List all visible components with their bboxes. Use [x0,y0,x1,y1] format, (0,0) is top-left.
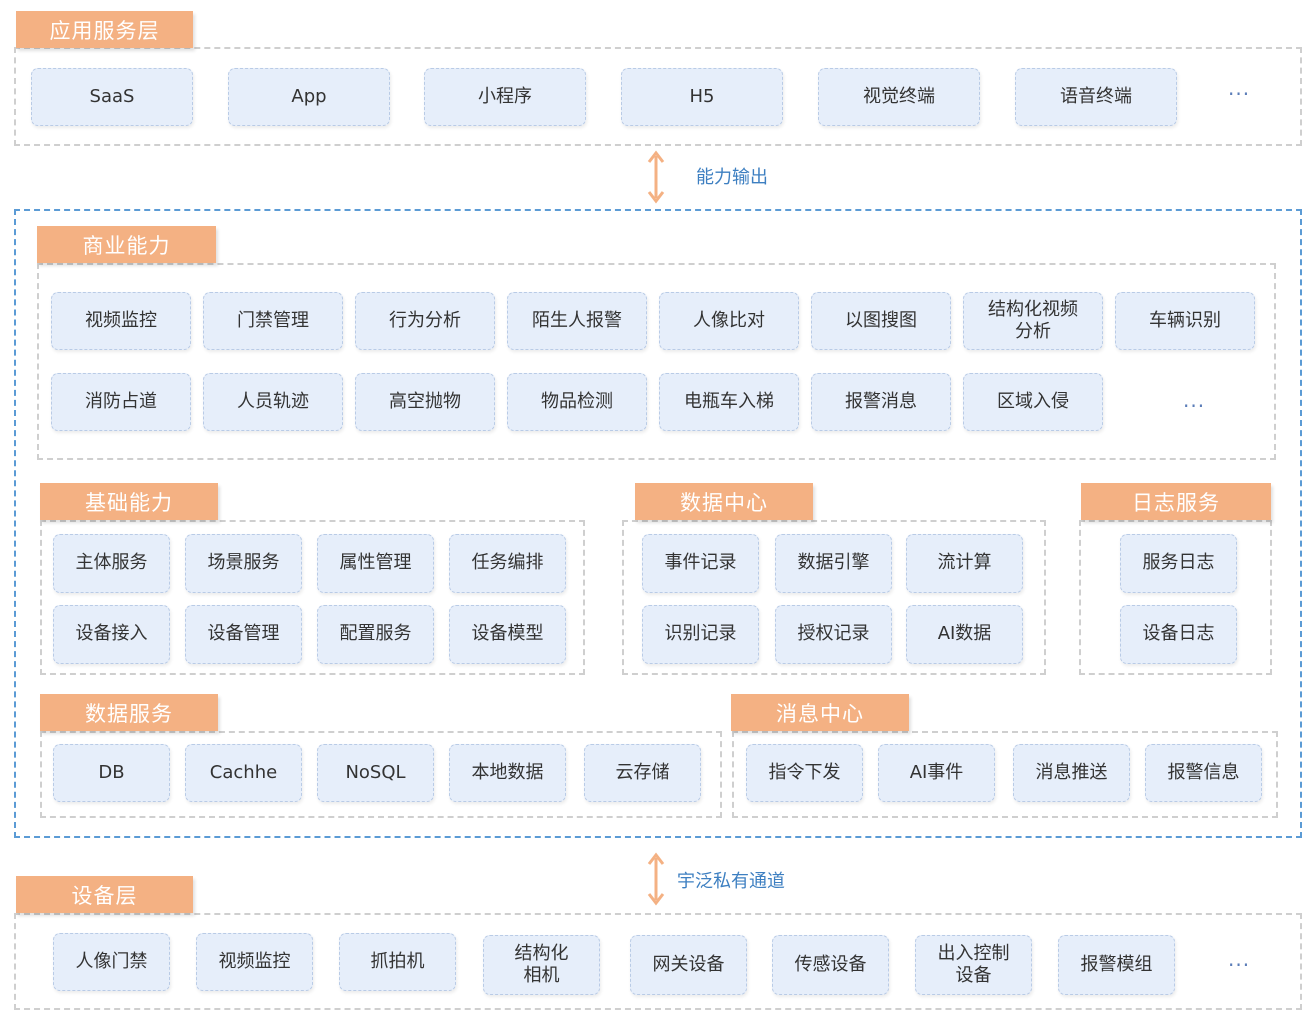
business-item-video-monitoring[interactable]: 视频监控 [51,292,191,350]
message-item-ai-event[interactable]: AI事件 [878,744,995,802]
business-item-fire-lane[interactable]: 消防占道 [51,373,191,431]
business-item-person-track[interactable]: 人员轨迹 [203,373,343,431]
device-item-snapshot-camera[interactable]: 抓拍机 [339,933,456,991]
log-service-label: 日志服务 [1081,483,1271,520]
data-center-label: 数据中心 [635,483,813,520]
device-item-face-access[interactable]: 人像门禁 [53,933,170,991]
business-item-stranger-alarm[interactable]: 陌生人报警 [507,292,647,350]
data-center-item-event-record[interactable]: 事件记录 [642,534,759,593]
capability-output-arrow [647,150,665,204]
log-item-service-log[interactable]: 服务日志 [1120,534,1237,593]
business-item-access-control[interactable]: 门禁管理 [203,292,343,350]
basic-item-device-access[interactable]: 设备接入 [53,605,170,664]
device-item-alarm-module[interactable]: 报警模组 [1058,935,1175,995]
device-item-entry-control[interactable]: 出入控制 设备 [915,935,1032,995]
business-item-structured-video[interactable]: 结构化视频 分析 [963,292,1103,350]
device-item-structured-camera[interactable]: 结构化 相机 [483,935,600,995]
private-channel-arrow [647,852,665,906]
data-center-item-ai-data[interactable]: AI数据 [906,605,1023,664]
data-service-item-db[interactable]: DB [53,744,170,802]
basic-item-subject-service[interactable]: 主体服务 [53,534,170,593]
business-item-area-intrusion[interactable]: 区域入侵 [963,373,1103,431]
business-item-falling-object[interactable]: 高空抛物 [355,373,495,431]
basic-item-config-service[interactable]: 配置服务 [317,605,434,664]
message-item-alarm-info[interactable]: 报警信息 [1145,744,1262,802]
app-item-visual-terminal[interactable]: 视觉终端 [818,68,980,126]
data-service-item-local-data[interactable]: 本地数据 [449,744,566,802]
data-center-item-stream-compute[interactable]: 流计算 [906,534,1023,593]
capability-output-label: 能力输出 [696,167,768,188]
data-service-label: 数据服务 [40,694,218,731]
basic-item-attribute-management[interactable]: 属性管理 [317,534,434,593]
app-item-saas[interactable]: SaaS [31,68,193,126]
data-service-item-cloud-storage[interactable]: 云存储 [584,744,701,802]
device-item-sensor[interactable]: 传感设备 [772,935,889,995]
private-channel-label: 宇泛私有通道 [677,871,785,892]
business-label: 商业能力 [37,226,216,263]
message-center-label: 消息中心 [731,694,909,731]
business-item-vehicle-recognition[interactable]: 车辆识别 [1115,292,1255,350]
data-service-item-cache[interactable]: Cachhe [185,744,302,802]
business-item-ebike-elevator[interactable]: 电瓶车入梯 [659,373,799,431]
app-item-app[interactable]: App [228,68,390,126]
device-more-ellipsis: ··· [1228,953,1251,977]
basic-item-task-orchestration[interactable]: 任务编排 [449,534,566,593]
business-item-alarm-message[interactable]: 报警消息 [811,373,951,431]
business-item-object-detection[interactable]: 物品检测 [507,373,647,431]
app-item-voice-terminal[interactable]: 语音终端 [1015,68,1177,126]
data-service-item-nosql[interactable]: NoSQL [317,744,434,802]
device-layer-label: 设备层 [16,876,193,913]
device-item-video-monitoring[interactable]: 视频监控 [196,933,313,991]
message-item-message-push[interactable]: 消息推送 [1013,744,1130,802]
app-item-h5[interactable]: H5 [621,68,783,126]
business-more-ellipsis: ··· [1183,394,1206,418]
log-item-device-log[interactable]: 设备日志 [1120,605,1237,664]
basic-item-scene-service[interactable]: 场景服务 [185,534,302,593]
business-item-behavior-analysis[interactable]: 行为分析 [355,292,495,350]
app-layer-label: 应用服务层 [16,11,193,48]
business-item-face-compare[interactable]: 人像比对 [659,292,799,350]
data-center-item-authorization-record[interactable]: 授权记录 [775,605,892,664]
basic-label: 基础能力 [40,483,218,520]
data-center-item-recognition-record[interactable]: 识别记录 [642,605,759,664]
app-more-ellipsis: ··· [1228,82,1251,106]
device-item-gateway[interactable]: 网关设备 [630,935,747,995]
data-center-item-data-engine[interactable]: 数据引擎 [775,534,892,593]
app-item-miniprogram[interactable]: 小程序 [424,68,586,126]
business-item-image-search[interactable]: 以图搜图 [811,292,951,350]
basic-item-device-model[interactable]: 设备模型 [449,605,566,664]
basic-item-device-management[interactable]: 设备管理 [185,605,302,664]
message-item-command-dispatch[interactable]: 指令下发 [746,744,863,802]
